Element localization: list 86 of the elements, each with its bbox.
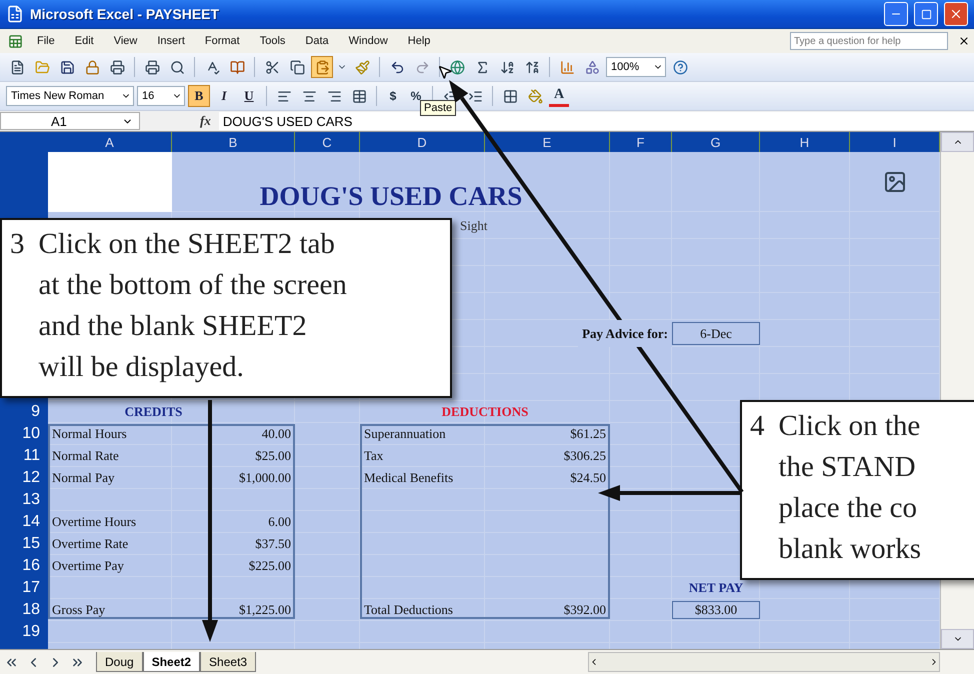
table-cell-text: $24.50: [569, 469, 607, 487]
horizontal-scrollbar[interactable]: [588, 652, 940, 672]
callout-text: blank works: [778, 532, 922, 567]
italic-button[interactable]: I: [213, 85, 235, 107]
table-cell-text: $61.25: [569, 425, 607, 443]
table-cell-text: Normal Hours: [51, 425, 128, 443]
callout-text: place the co: [778, 491, 918, 526]
bold-button[interactable]: B: [188, 85, 210, 107]
close-icon[interactable]: [958, 35, 970, 47]
maximize-button[interactable]: [914, 2, 938, 26]
net-pay-label: NET PAY: [688, 579, 744, 597]
name-box[interactable]: A1: [0, 112, 140, 130]
table-cell-text: Overtime Rate: [51, 535, 130, 553]
sheet-title: DOUG'S USED CARS: [258, 180, 524, 212]
number-format-button[interactable]: $: [383, 85, 403, 107]
font-field[interactable]: Times New Roman: [6, 86, 134, 106]
table-cell-text: Medical Benefits: [363, 469, 454, 487]
step-number: 3: [10, 227, 24, 262]
table-cell-text: $1,000.00: [238, 469, 292, 487]
menu-item[interactable]: File: [28, 33, 64, 49]
callout-text: the STAND: [778, 450, 917, 485]
table-cell-text: Tax: [363, 447, 384, 465]
row-header[interactable]: 18: [0, 599, 48, 621]
cursor-icon: [437, 64, 453, 80]
help-search-field[interactable]: Type a question for help: [790, 32, 948, 50]
row-header[interactable]: 19: [0, 621, 48, 643]
callout-text: and the blank SHEET2: [38, 309, 308, 344]
menu-item[interactable]: View: [104, 33, 146, 49]
font-size-field[interactable]: 16: [137, 86, 185, 106]
spreadsheet-icon: [6, 5, 24, 23]
zoom-field[interactable]: 100%: [606, 57, 666, 77]
font-color-button[interactable]: A: [549, 85, 569, 107]
table-cell-text: $37.50: [254, 535, 292, 553]
table-cell-text: $1,225.00: [238, 601, 292, 619]
menu-item[interactable]: Tools: [250, 33, 294, 49]
callout-text: at the bottom of the screen: [38, 268, 347, 303]
table-cell-text: Normal Pay: [51, 469, 116, 487]
table-cell-text: Superannuation: [363, 425, 447, 443]
date-cell: 6-Dec: [672, 322, 760, 345]
table-cell-text: 6.00: [267, 513, 292, 531]
close-button[interactable]: [944, 2, 968, 26]
row-header[interactable]: 15: [0, 533, 48, 555]
sheet-tab[interactable]: Sheet2: [142, 652, 200, 672]
row-header[interactable]: 10: [0, 423, 48, 445]
subtitle: Sight: [459, 216, 488, 235]
table-cell-text: Gross Pay: [51, 601, 106, 619]
table-cell-text: 40.00: [260, 425, 292, 443]
section-heading: CREDITS: [124, 403, 184, 421]
menu-item[interactable]: Edit: [66, 33, 103, 49]
tooltip: Paste: [420, 100, 456, 116]
menu-item[interactable]: Help: [398, 33, 440, 49]
table-cell-text: Total Deductions: [363, 601, 454, 619]
callout-text: will be displayed.: [38, 350, 245, 385]
row-header[interactable]: 16: [0, 555, 48, 577]
callout-text: Click on the: [778, 409, 922, 444]
menu-item[interactable]: Data: [296, 33, 338, 49]
row-header[interactable]: 12: [0, 467, 48, 489]
menu-item[interactable]: Insert: [148, 33, 194, 49]
menu-item[interactable]: Window: [340, 33, 397, 49]
table-cell-text: Overtime Hours: [51, 513, 138, 531]
table-cell-text: $25.00: [254, 447, 292, 465]
sheet-tab[interactable]: Sheet3: [200, 652, 256, 672]
sheet-tab[interactable]: Doug: [96, 652, 143, 672]
callout-text: Click on the SHEET2 tab: [38, 227, 336, 262]
net-pay-cell: $833.00: [672, 601, 760, 619]
section-heading: DEDUCTIONS: [440, 403, 530, 421]
selected-cell[interactable]: [48, 152, 172, 212]
table-cell-text: $306.25: [562, 447, 607, 465]
table-cell-text: $225.00: [248, 557, 292, 575]
row-header[interactable]: 17: [0, 577, 48, 599]
minimize-button[interactable]: [884, 2, 908, 26]
underline-button[interactable]: U: [238, 85, 260, 107]
menu-item[interactable]: Format: [196, 33, 249, 49]
table-cell-text: $392.00: [562, 601, 607, 619]
row-header[interactable]: 9: [0, 401, 48, 423]
pay-advice-label: Pay Advice for:: [578, 320, 672, 347]
formula-field[interactable]: DOUG'S USED CARS: [218, 112, 974, 130]
step-number: 4: [750, 409, 764, 444]
window-title: Microsoft Excel - PAYSHEET: [30, 6, 220, 22]
table-cell-text: Normal Rate: [51, 447, 120, 465]
row-header[interactable]: 11: [0, 445, 48, 467]
function-button[interactable]: fx: [200, 113, 211, 129]
maximize-icon[interactable]: [920, 8, 932, 20]
row-header[interactable]: 13: [0, 489, 48, 511]
row-header[interactable]: 14: [0, 511, 48, 533]
table-cell-text: Overtime Pay: [51, 557, 125, 575]
